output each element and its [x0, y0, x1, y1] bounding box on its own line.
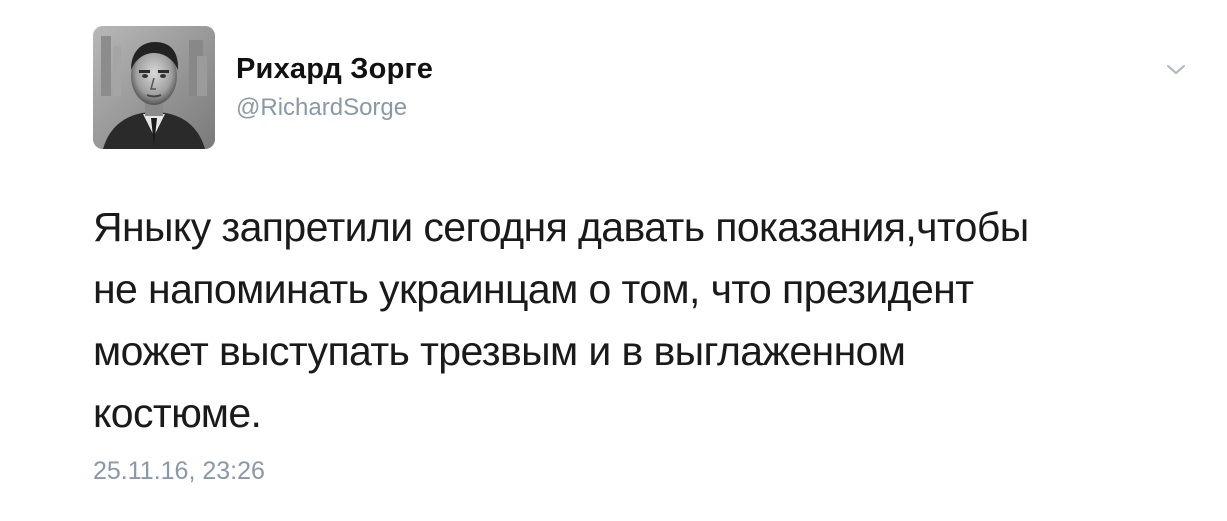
- chevron-down-icon[interactable]: [1165, 60, 1187, 78]
- tweet-text-line: не напоминать украинцам о том, что прези…: [93, 266, 974, 312]
- avatar[interactable]: [93, 26, 215, 149]
- tweet-card: Рихард Зорге @RichardSorge Яныку запрети…: [0, 0, 1227, 521]
- tweet-text: Яныку запретили сегодня давать показания…: [93, 196, 1183, 444]
- author-handle[interactable]: @RichardSorge: [236, 94, 407, 122]
- author-display-name[interactable]: Рихард Зорге: [236, 53, 433, 86]
- tweet-text-line: костюме.: [93, 390, 262, 436]
- tweet-timestamp[interactable]: 25.11.16, 23:26: [93, 457, 265, 486]
- tweet-text-line: Яныку запретили сегодня давать показания…: [93, 204, 1029, 250]
- portrait-photo-icon: [93, 26, 215, 149]
- tweet-text-line: может выступать трезвым и в выглаженном: [93, 328, 906, 374]
